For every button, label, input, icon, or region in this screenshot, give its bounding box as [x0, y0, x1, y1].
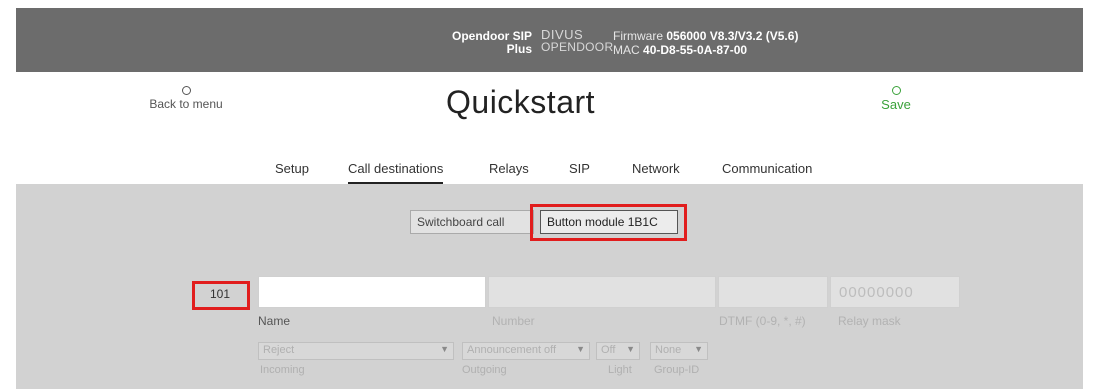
group-id-select[interactable]: None ▼ — [650, 342, 708, 360]
dtmf-label: DTMF (0-9, *, #) — [719, 314, 806, 328]
product-name: Opendoor SIP Plus — [426, 30, 532, 56]
chevron-down-icon: ▼ — [576, 344, 585, 354]
number-input[interactable] — [488, 276, 716, 308]
tab-relays[interactable]: Relays — [489, 161, 529, 176]
firmware-value: 056000 V8.3/V3.2 (V5.6) — [666, 29, 799, 43]
mac-label: MAC — [613, 43, 640, 57]
mac-value: 40-D8-55-0A-87-00 — [643, 43, 748, 57]
dtmf-input[interactable] — [718, 276, 828, 308]
save-button[interactable]: Save — [866, 86, 926, 112]
number-label: Number — [492, 314, 535, 328]
relay-mask-label: Relay mask — [838, 314, 901, 328]
brand-logo: DIVUS OPENDOOR — [541, 28, 614, 54]
circle-icon — [181, 86, 191, 95]
chevron-down-icon: ▼ — [694, 344, 703, 354]
page-header: Back to menu Quickstart Save Setup Call … — [16, 72, 1083, 184]
name-label: Name — [258, 314, 291, 328]
product-name-line2: Plus — [506, 42, 532, 56]
group-id-label: Group-ID — [654, 364, 700, 376]
page-title: Quickstart — [446, 84, 596, 120]
chevron-down-icon: ▼ — [626, 344, 635, 354]
back-to-menu-button[interactable]: Back to menu — [141, 86, 231, 111]
group-id-value: None — [655, 344, 682, 356]
app-window: Opendoor SIP Plus DIVUS OPENDOOR Firmwar… — [0, 0, 1093, 389]
relay-mask-input[interactable]: 00000000 — [830, 276, 960, 308]
outgoing-value: Announcement off — [467, 344, 557, 356]
light-value: Off — [601, 344, 616, 356]
firmware-info: Firmware 056000 V8.3/V3.2 (V5.6) MAC 40-… — [613, 29, 798, 57]
highlight-box — [530, 204, 687, 241]
tab-sip[interactable]: SIP — [569, 161, 590, 176]
tab-communication[interactable]: Communication — [722, 161, 812, 176]
light-label: Light — [608, 364, 632, 376]
save-label: Save — [881, 97, 911, 112]
tab-bar: Setup Call destinations Relays SIP Netwo… — [16, 157, 1083, 184]
name-input[interactable] — [258, 276, 486, 308]
light-select[interactable]: Off ▼ — [596, 342, 640, 360]
destination-number: 101 — [209, 287, 231, 301]
outgoing-select[interactable]: Announcement off ▼ — [462, 342, 590, 360]
tab-network[interactable]: Network — [632, 161, 680, 176]
tab-setup[interactable]: Setup — [275, 161, 309, 176]
device-info-bar: Opendoor SIP Plus DIVUS OPENDOOR Firmwar… — [16, 8, 1083, 72]
call-destinations-panel: Switchboard call Button module 1B1C 101 … — [16, 184, 1083, 389]
incoming-select[interactable]: Reject ▼ — [258, 342, 454, 360]
incoming-value: Reject — [263, 344, 295, 356]
chevron-down-icon: ▼ — [440, 344, 449, 354]
firmware-label: Firmware — [613, 29, 663, 43]
logo-line2: OPENDOOR — [541, 40, 614, 54]
switchboard-call-button[interactable]: Switchboard call — [410, 210, 534, 234]
tab-call-destinations[interactable]: Call destinations — [348, 161, 444, 184]
outgoing-label: Outgoing — [462, 364, 507, 376]
circle-icon — [891, 86, 901, 95]
back-label: Back to menu — [149, 97, 223, 111]
incoming-label: Incoming — [260, 364, 305, 376]
